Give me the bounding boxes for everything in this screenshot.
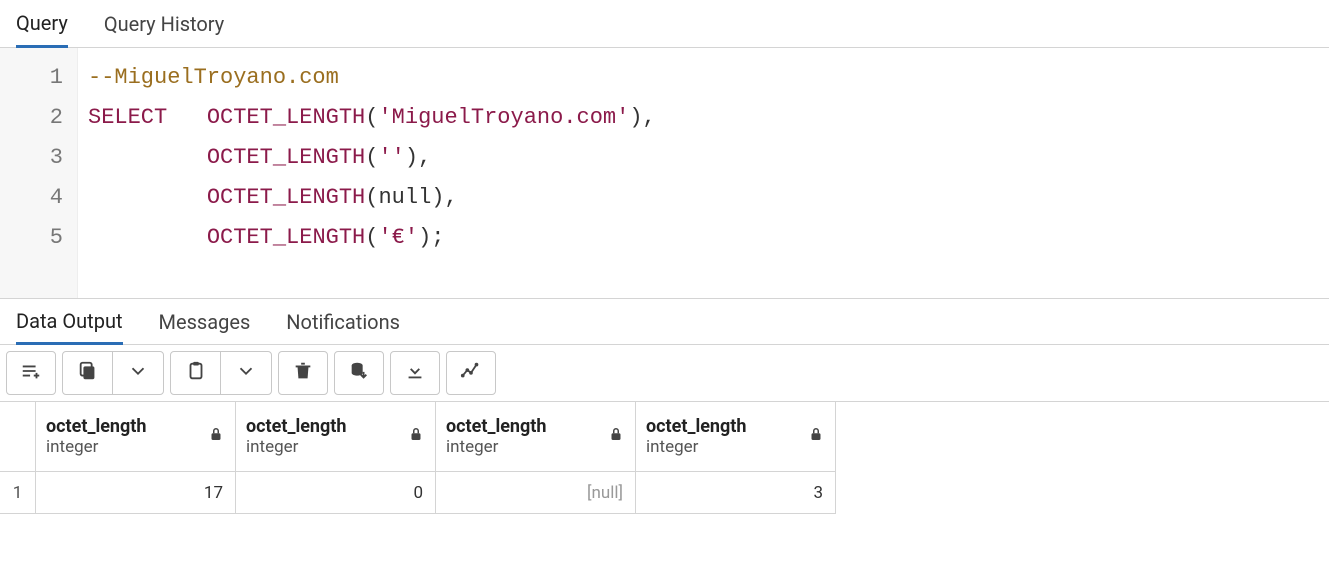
code-comment: --MiguelTroyano.com: [88, 65, 339, 90]
data-cell[interactable]: 0: [236, 472, 436, 514]
lock-icon: [207, 425, 225, 448]
column-type: integer: [446, 437, 546, 457]
column-name: octet_length: [646, 416, 746, 437]
copy-group: [62, 351, 164, 395]
code-string: 'MiguelTroyano.com': [378, 105, 629, 130]
tab-query[interactable]: Query: [16, 1, 68, 48]
download-button[interactable]: [390, 351, 440, 395]
save-data-button[interactable]: [334, 351, 384, 395]
data-cell[interactable]: 17: [36, 472, 236, 514]
chevron-down-icon: [127, 360, 149, 386]
column-name: octet_length: [46, 416, 146, 437]
code-func: OCTET_LENGTH: [207, 145, 365, 170]
row-number[interactable]: 1: [0, 472, 36, 514]
copy-button[interactable]: [63, 352, 113, 394]
code-func: OCTET_LENGTH: [207, 105, 365, 130]
column-header[interactable]: octet_length integer: [236, 402, 436, 472]
code-func: OCTET_LENGTH: [207, 225, 365, 250]
download-icon: [404, 360, 426, 386]
delete-button[interactable]: [278, 351, 328, 395]
code-string: '€': [378, 225, 418, 250]
column-name: octet_length: [446, 416, 546, 437]
save-data-icon: [348, 360, 370, 386]
data-cell[interactable]: 3: [636, 472, 836, 514]
lock-icon: [807, 425, 825, 448]
line-number: 3: [14, 138, 63, 178]
lock-icon: [407, 425, 425, 448]
column-type: integer: [646, 437, 746, 457]
sql-editor[interactable]: 1 2 3 4 5 --MiguelTroyano.com SELECT OCT…: [0, 48, 1329, 299]
sql-code[interactable]: --MiguelTroyano.com SELECT OCTET_LENGTH(…: [78, 48, 1329, 298]
chart-button[interactable]: [446, 351, 496, 395]
chart-icon: [460, 360, 482, 386]
data-cell-null[interactable]: [null]: [436, 472, 636, 514]
code-null: null: [378, 185, 431, 210]
code-keyword: SELECT: [88, 105, 167, 130]
column-name: octet_length: [246, 416, 346, 437]
lock-icon: [607, 425, 625, 448]
line-number: 5: [14, 218, 63, 258]
tab-query-history[interactable]: Query History: [104, 0, 224, 47]
line-number: 2: [14, 98, 63, 138]
tab-data-output[interactable]: Data Output: [16, 300, 123, 345]
code-string: '': [378, 145, 404, 170]
result-data-row[interactable]: 1 17 0 [null] 3: [0, 472, 1329, 514]
add-row-icon: [20, 360, 42, 386]
column-header[interactable]: octet_length integer: [636, 402, 836, 472]
copy-dropdown[interactable]: [113, 352, 163, 394]
trash-icon: [292, 360, 314, 386]
result-header-row: octet_length integer octet_length intege…: [0, 402, 1329, 472]
result-grid[interactable]: octet_length integer octet_length intege…: [0, 402, 1329, 514]
chevron-down-icon: [235, 360, 257, 386]
paste-button[interactable]: [171, 352, 221, 394]
rownum-header[interactable]: [0, 402, 36, 472]
tab-messages[interactable]: Messages: [159, 299, 251, 344]
code-func: OCTET_LENGTH: [207, 185, 365, 210]
line-number: 1: [14, 58, 63, 98]
column-type: integer: [46, 437, 146, 457]
paste-icon: [185, 360, 207, 386]
output-toolbar: [0, 345, 1329, 402]
line-gutter: 1 2 3 4 5: [0, 48, 78, 298]
line-number: 4: [14, 178, 63, 218]
column-header[interactable]: octet_length integer: [36, 402, 236, 472]
editor-tab-bar: Query Query History: [0, 0, 1329, 48]
tab-notifications[interactable]: Notifications: [286, 299, 400, 344]
column-type: integer: [246, 437, 346, 457]
copy-icon: [77, 360, 99, 386]
paste-dropdown[interactable]: [221, 352, 271, 394]
output-tab-bar: Data Output Messages Notifications: [0, 299, 1329, 345]
column-header[interactable]: octet_length integer: [436, 402, 636, 472]
add-row-button[interactable]: [6, 351, 56, 395]
paste-group: [170, 351, 272, 395]
